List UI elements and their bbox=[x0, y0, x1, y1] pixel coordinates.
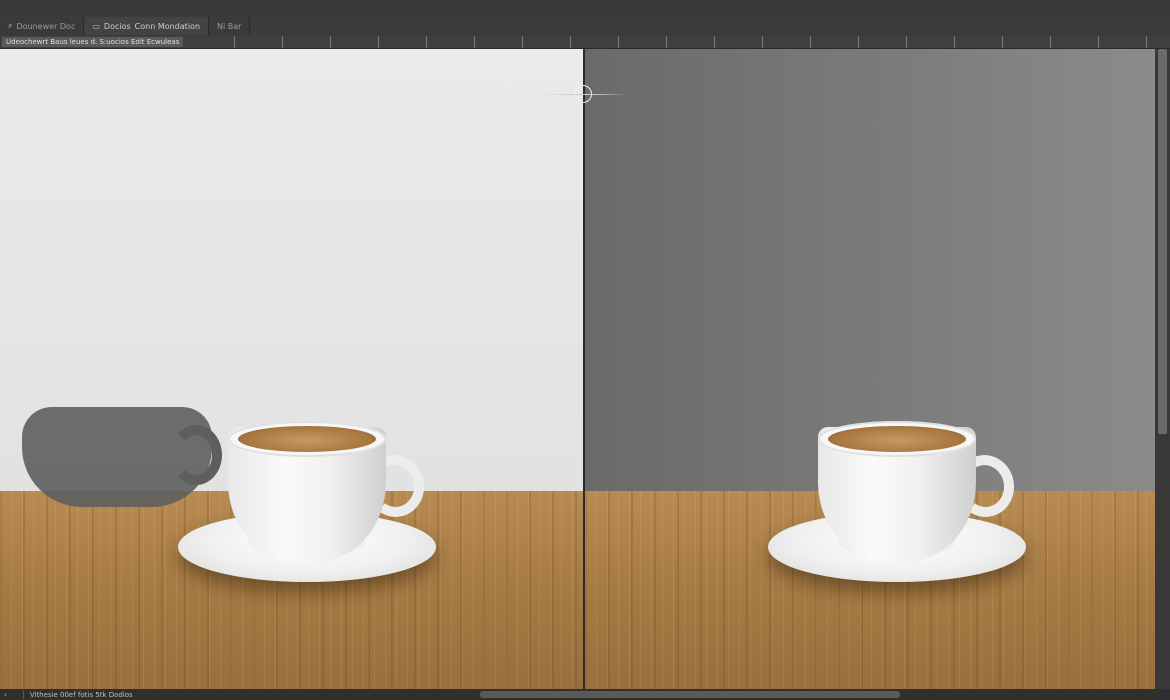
status-bar: › Vithesie 00ef fotis 5tk Dodios bbox=[0, 689, 1170, 700]
coffee-surface bbox=[238, 426, 376, 452]
status-label: Vithesie 00ef fotis 5tk Dodios bbox=[29, 690, 133, 699]
tab-label: Dounewer Doc bbox=[16, 21, 76, 31]
document-icon: ▭ bbox=[92, 21, 100, 31]
tab-ni-bar[interactable]: Ni Bar bbox=[209, 17, 251, 35]
tab-dounewer-doc[interactable]: ⌕ Dounewer Doc bbox=[0, 17, 85, 35]
comparison-canvas[interactable] bbox=[0, 49, 1155, 689]
options-bar: Udeochewrt Baus leues d. S:uocios Edit E… bbox=[0, 36, 1170, 49]
document-tab-bar: ⌕ Dounewer Doc ▭ Docios Conn Mondation N… bbox=[0, 16, 1170, 36]
tab-label-secondary: Conn Mondation bbox=[134, 21, 201, 31]
before-panel[interactable] bbox=[0, 49, 583, 689]
tab-docios[interactable]: ▭ Docios Conn Mondation bbox=[84, 17, 210, 35]
after-panel[interactable] bbox=[585, 49, 1155, 689]
horizontal-scrollbar[interactable] bbox=[480, 691, 900, 698]
vertical-scroll-thumb[interactable] bbox=[1158, 49, 1167, 434]
document-path-chip[interactable]: Udeochewrt Baus leues d. S:uocios Edit E… bbox=[2, 37, 184, 47]
vertical-scrollbar[interactable] bbox=[1155, 49, 1170, 689]
status-separator bbox=[22, 690, 24, 699]
tab-label: Ni Bar bbox=[217, 21, 242, 31]
tab-label: Docios bbox=[103, 21, 131, 31]
horizontal-ruler bbox=[187, 36, 1170, 48]
coffee-surface bbox=[828, 426, 966, 452]
search-icon: ⌕ bbox=[8, 21, 13, 30]
crosshair-icon[interactable] bbox=[574, 85, 592, 103]
coffee-cup-left bbox=[178, 421, 438, 607]
coffee-cup-right bbox=[768, 421, 1028, 607]
split-divider[interactable] bbox=[583, 49, 585, 689]
app-top-bar bbox=[0, 0, 1170, 17]
chevron-right-icon[interactable]: › bbox=[4, 691, 7, 699]
